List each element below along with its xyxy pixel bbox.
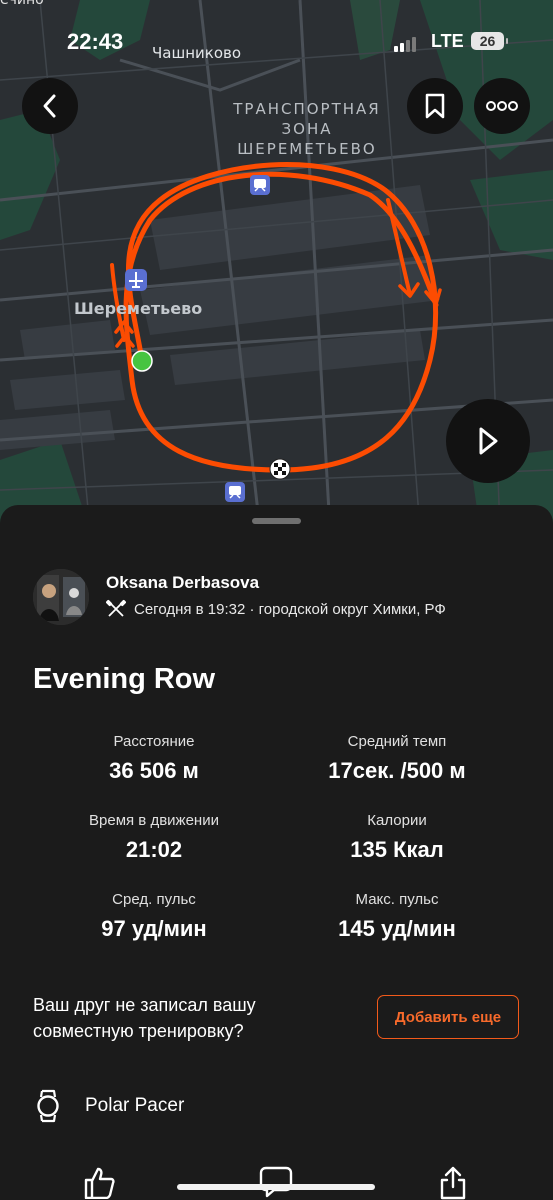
stat-value: 135 Ккал bbox=[350, 837, 444, 862]
stat-label: Калории bbox=[367, 812, 427, 829]
status-time: 22:43 bbox=[67, 29, 124, 54]
avatar-photo bbox=[33, 569, 89, 625]
stat-label: Средний темп bbox=[347, 733, 447, 750]
comment-button[interactable] bbox=[258, 1165, 294, 1200]
play-flyover-button[interactable] bbox=[446, 399, 530, 483]
battery-icon: 26 bbox=[471, 32, 508, 50]
play-icon bbox=[479, 427, 498, 455]
stat-value: 145 уд/мин bbox=[338, 916, 456, 941]
more-dots-icon bbox=[486, 101, 518, 111]
athlete-name[interactable]: Oksana Derbasova bbox=[106, 573, 259, 593]
stat-avg-heart-rate: Сред. пульс 97 уд/мин bbox=[34, 891, 274, 942]
stat-label: Время в движении bbox=[89, 812, 219, 829]
kudos-button[interactable] bbox=[82, 1165, 116, 1200]
signal-icon bbox=[394, 37, 416, 52]
route-finish-marker bbox=[269, 458, 291, 480]
save-route-button[interactable] bbox=[407, 78, 463, 134]
home-indicator[interactable] bbox=[177, 1184, 375, 1190]
stat-value: 17сек. /500 м bbox=[328, 758, 466, 783]
action-bar bbox=[0, 1165, 553, 1200]
more-options-button[interactable] bbox=[474, 78, 530, 134]
share-icon bbox=[440, 1166, 466, 1200]
comment-icon bbox=[259, 1166, 293, 1198]
stat-avg-pace: Средний темп 17сек. /500 м bbox=[277, 733, 517, 784]
bookmark-icon bbox=[425, 93, 445, 119]
device-name: Polar Pacer bbox=[85, 1095, 185, 1116]
route-start-marker bbox=[131, 350, 153, 372]
friend-prompt-text: Ваш друг не записал вашу совместную трен… bbox=[33, 995, 256, 1041]
add-more-button[interactable]: Добавить еще bbox=[377, 995, 519, 1039]
map-label-airport: Шереметьево bbox=[74, 299, 203, 318]
stat-distance: Расстояние 36 506 м bbox=[34, 733, 274, 784]
airport-poi-icon bbox=[125, 269, 147, 291]
sheet-drag-handle[interactable] bbox=[252, 518, 301, 524]
device-row[interactable]: Polar Pacer bbox=[33, 1088, 184, 1124]
stat-label: Сред. пульс bbox=[112, 891, 196, 908]
status-bar: 22:43 LTE 26 bbox=[0, 0, 553, 80]
stat-label: Расстояние bbox=[113, 733, 195, 750]
stat-value: 97 уд/мин bbox=[101, 916, 207, 941]
back-button[interactable] bbox=[22, 78, 78, 134]
stat-label: Макс. пульс bbox=[355, 891, 439, 908]
thumbs-up-icon bbox=[84, 1167, 115, 1200]
chevron-left-icon bbox=[43, 94, 56, 118]
stat-max-heart-rate: Макс. пульс 145 уд/мин bbox=[277, 891, 517, 942]
stat-moving-time: Время в движении 21:02 bbox=[34, 812, 274, 863]
share-button[interactable] bbox=[437, 1165, 469, 1200]
rowing-oars-icon bbox=[106, 599, 126, 617]
stat-value: 21:02 bbox=[125, 837, 183, 862]
activity-meta: Сегодня в 19:32 · городской округ Химки,… bbox=[106, 599, 446, 619]
avatar[interactable] bbox=[33, 569, 89, 625]
train-station-icon bbox=[250, 175, 270, 195]
activity-sheet: Oksana Derbasova Сегодня в 19:32 · город… bbox=[0, 505, 553, 1200]
route-map[interactable]: ечино Чашниково ТРАНСПОРТНАЯ ЗОНА ШЕРЕМЕ… bbox=[0, 0, 553, 530]
watch-icon bbox=[37, 1089, 59, 1123]
activity-datetime-location: Сегодня в 19:32 · городской округ Химки,… bbox=[134, 600, 446, 618]
map-label-zone: ТРАНСПОРТНАЯ ЗОНА ШЕРЕМЕТЬЕВО bbox=[233, 100, 381, 158]
stat-calories: Калории 135 Ккал bbox=[277, 812, 517, 863]
train-station-icon bbox=[225, 482, 245, 502]
network-type: LTE bbox=[431, 31, 464, 51]
activity-title: Evening Row bbox=[33, 663, 216, 695]
stat-value: 36 506 м bbox=[109, 758, 199, 783]
